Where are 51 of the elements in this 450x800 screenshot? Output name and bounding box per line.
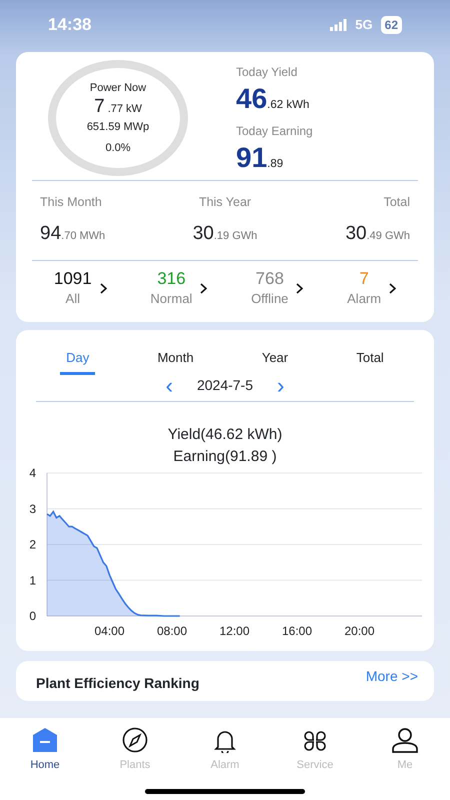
earning-label: Today Earning [236, 123, 313, 140]
chevron-icon [100, 283, 107, 294]
power-label: Power Now [90, 80, 146, 96]
y-tick-label: 1 [29, 574, 36, 588]
period-tab[interactable]: Total [350, 346, 390, 375]
y-tick-label: 2 [29, 538, 36, 552]
period-value: 94.70 MWh [40, 222, 106, 246]
more-link[interactable]: More >> [366, 666, 418, 688]
y-tick-label: 3 [29, 502, 36, 516]
x-tick-label: 16:00 [282, 624, 312, 638]
earning-summary: Earning(91.89 ) [172, 446, 278, 467]
x-tick-label: 20:00 [344, 624, 375, 638]
next-date-button[interactable]: › [269, 374, 292, 397]
ratio-value: 0.0% [105, 140, 131, 156]
compass-icon [121, 727, 149, 753]
period-label: This Month [40, 194, 103, 211]
x-tick-label: 04:00 [94, 624, 125, 638]
person-icon [391, 727, 419, 753]
yield-label: Today Yield [236, 64, 298, 81]
signal-icon [330, 18, 348, 30]
period-value: 30.19 GWh [192, 222, 258, 246]
period-tab[interactable]: Year [256, 346, 294, 375]
power-value: 7 .77 kW [94, 96, 142, 120]
network-type: 5G [355, 16, 373, 34]
period-value: 30.49 GWh [344, 222, 410, 246]
chevron-icon [296, 283, 304, 294]
yield-value: 46.62 kWh [236, 84, 310, 114]
period-label: Total [382, 194, 410, 211]
status-filter[interactable]: 316 Normal [150, 269, 208, 308]
period-tab[interactable]: Month [151, 346, 200, 375]
battery-level: 62 [380, 16, 402, 34]
y-tick-label: 4 [29, 467, 36, 480]
x-tick-label: 12:00 [219, 624, 250, 638]
home-icon [31, 727, 59, 753]
period-tab[interactable]: Day [60, 346, 96, 375]
previous-date-button[interactable]: ‹ [158, 374, 181, 397]
ranking-title: Plant Efficiency Ranking [36, 674, 200, 694]
status-filter[interactable]: 1091 All [54, 269, 107, 308]
clock-time: 14:38 [48, 14, 92, 36]
chevron-icon [389, 283, 396, 294]
date-label: 2024-7-5 [196, 376, 254, 396]
earning-value: 91.89 [236, 144, 284, 174]
status-filter[interactable]: 7 Alarm [347, 269, 396, 308]
period-label: This Year [198, 194, 252, 211]
y-tick-label: 0 [29, 609, 36, 624]
x-tick-label: 08:00 [156, 624, 188, 638]
capacity-value: 651.59 MWp [86, 120, 150, 136]
status-filter[interactable]: 768 Offline [251, 269, 304, 308]
chevron-icon [200, 283, 208, 294]
tab-bar-item[interactable]: Home [10, 726, 80, 800]
yield-summary: Yield(46.62 kWh) [166, 424, 284, 445]
